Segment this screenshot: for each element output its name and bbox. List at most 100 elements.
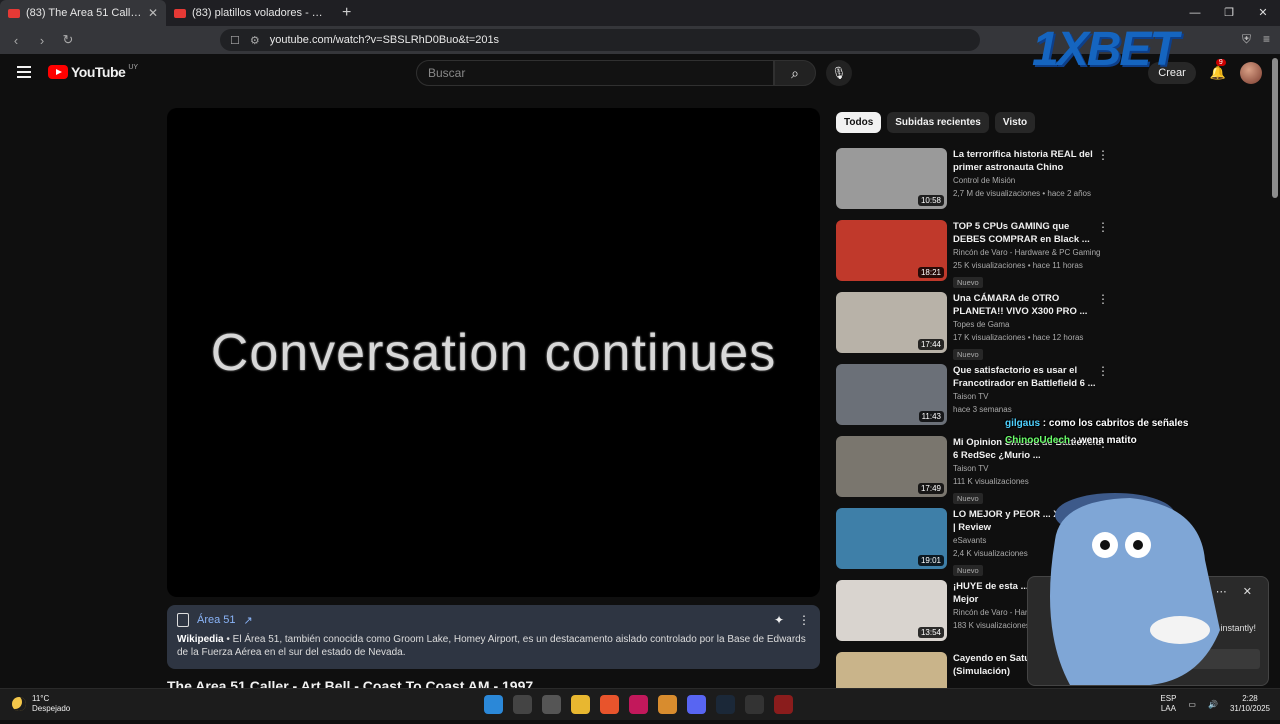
url-field[interactable]: ☐ ⚙ youtube.com/watch?v=SBSLRhD0Buo&t=20… — [220, 29, 980, 51]
video-player[interactable]: Conversation continues — [167, 108, 820, 597]
notifications-button[interactable]: 🔔 9 — [1210, 59, 1226, 81]
close-icon[interactable]: ✕ — [1243, 585, 1252, 598]
video-thumbnail[interactable]: 18:21 — [836, 220, 947, 281]
voice-search-button[interactable]: 🎙 — [826, 60, 852, 86]
youtube-logo[interactable]: YouTube UY — [48, 64, 138, 80]
video-thumbnail[interactable]: 17:44 — [836, 292, 947, 353]
channel-name[interactable]: Control de Misión — [953, 174, 1103, 187]
chat-user: ChinooUdech — [1005, 435, 1070, 446]
search-input[interactable]: Buscar — [416, 60, 774, 86]
video-duration: 17:49 — [917, 483, 944, 494]
video-thumbnail[interactable]: 13:54 — [836, 580, 947, 641]
language-indicator[interactable]: ESP LAA — [1160, 694, 1176, 714]
video-title[interactable]: Una CÁMARA de OTRO PLANETA!! VIVO X300 P… — [953, 292, 1103, 318]
search-icon[interactable] — [513, 695, 532, 714]
video-duration: 18:21 — [917, 267, 944, 278]
channel-name[interactable]: Rincón de Varo - Hardware & PC Gaming — [953, 246, 1103, 259]
video-duration: 11:43 — [918, 411, 944, 422]
chip-watched[interactable]: Visto — [994, 112, 1036, 133]
media-player-icon[interactable] — [629, 695, 648, 714]
new-badge: Nuevo — [953, 493, 983, 504]
search-icon: ⌕ — [791, 65, 799, 81]
weather-condition: Despejado — [32, 704, 71, 713]
channel-name[interactable]: Topes de Gama — [953, 318, 1103, 331]
lang-bottom: LAA — [1160, 704, 1176, 713]
minimize-icon[interactable]: — — [1178, 0, 1212, 26]
shield-icon[interactable]: ⛨ — [1242, 32, 1251, 47]
recommendation-item[interactable]: 17:44 Una CÁMARA de OTRO PLANETA!! VIVO X… — [836, 292, 1116, 364]
weather-widget[interactable]: 11°C Despejado — [12, 694, 70, 714]
more-options-icon[interactable]: ⋮ — [1097, 220, 1109, 234]
video-thumbnail[interactable]: 10:58 — [836, 148, 947, 209]
tab-title: (83) The Area 51 Caller - Art Bell — [26, 7, 142, 19]
feedback-icon[interactable]: ✦ — [774, 613, 784, 627]
video-thumbnail[interactable]: 17:49 — [836, 436, 947, 497]
url-text: youtube.com/watch?v=SBSLRhD0Buo&t=201s — [269, 34, 500, 46]
taskbar-apps — [484, 695, 793, 714]
bookmark-icon[interactable]: ☐ — [230, 34, 240, 47]
browser-tab[interactable]: (83) platillos voladores - YouTube — [166, 0, 332, 26]
close-window-icon[interactable]: ✕ — [1246, 0, 1280, 26]
channel-name[interactable]: Taison TV — [953, 390, 1103, 403]
new-badge: Nuevo — [953, 565, 983, 576]
chat-text: : wena matito — [1070, 435, 1137, 446]
file-explorer-icon[interactable] — [571, 695, 590, 714]
info-body: • El Área 51, también conocida como Groo… — [177, 634, 806, 658]
recommendation-item[interactable]: 10:58 La terrorífica historia REAL del pr… — [836, 148, 1116, 220]
site-info-icon[interactable]: ⚙ — [250, 34, 260, 47]
close-tab-icon[interactable]: ✕ — [148, 6, 158, 20]
taskbar: 11°C Despejado ESP LAA ▭ 🔊 2:28 31/10/20… — [0, 688, 1280, 720]
back-icon[interactable]: ‹ — [6, 33, 26, 48]
search-button[interactable]: ⌕ — [774, 60, 816, 86]
video-duration: 13:54 — [917, 627, 944, 638]
recommendation-item[interactable]: 18:21 TOP 5 CPUs GAMING que DEBES COMPRAR… — [836, 220, 1116, 292]
app-icon[interactable] — [774, 695, 793, 714]
forward-icon[interactable]: › — [32, 33, 52, 48]
more-options-icon[interactable]: ⋮ — [798, 613, 810, 627]
video-duration: 10:58 — [917, 195, 944, 206]
restore-icon[interactable]: ❐ — [1212, 0, 1246, 26]
scrollbar[interactable] — [1272, 58, 1278, 198]
video-meta: 17 K visualizaciones • hace 12 horas — [953, 333, 1084, 342]
chat-user: gilgaus — [1005, 418, 1041, 429]
windows-start-icon[interactable] — [484, 695, 503, 714]
chip-recent[interactable]: Subidas recientes — [887, 112, 989, 133]
network-icon[interactable]: ▭ — [1188, 700, 1196, 709]
moon-icon — [12, 697, 26, 711]
chat-message: ChinooUdech : wena matito — [1005, 435, 1188, 446]
app-icon[interactable] — [658, 695, 677, 714]
info-topic-link[interactable]: Área 51 — [197, 614, 236, 626]
time: 2:28 — [1242, 694, 1258, 703]
more-options-icon[interactable]: ⋮ — [1097, 148, 1109, 162]
lang-top: ESP — [1160, 694, 1177, 703]
task-view-icon[interactable] — [542, 695, 561, 714]
clock[interactable]: 2:28 31/10/2025 — [1230, 694, 1270, 714]
menu-icon[interactable] — [17, 66, 31, 78]
chat-text: : como los cabritos de señales — [1040, 418, 1189, 429]
app-icon[interactable] — [745, 695, 764, 714]
notification-badge: 9 — [1215, 59, 1226, 66]
more-options-icon[interactable]: ⋮ — [1097, 292, 1109, 306]
new-badge: Nuevo — [953, 277, 983, 288]
menu-icon[interactable]: ≡ — [1263, 32, 1270, 47]
video-title[interactable]: TOP 5 CPUs GAMING que DEBES COMPRAR en B… — [953, 220, 1103, 246]
weather-temp: 11°C — [32, 694, 50, 703]
video-title[interactable]: La terrorífica historia REAL del primer … — [953, 148, 1103, 174]
info-text: Wikipedia • El Área 51, también conocida… — [177, 633, 810, 659]
channel-name[interactable]: Taison TV — [953, 462, 1103, 475]
video-title[interactable]: Que satisfactorio es usar el Francotirad… — [953, 364, 1103, 390]
chip-all[interactable]: Todos — [836, 112, 882, 133]
volume-icon[interactable]: 🔊 — [1208, 700, 1218, 709]
browser-tab-active[interactable]: (83) The Area 51 Caller - Art Bell ✕ — [0, 0, 166, 26]
video-thumbnail[interactable]: 11:43 — [836, 364, 947, 425]
discord-icon[interactable] — [687, 695, 706, 714]
steam-icon[interactable] — [716, 695, 735, 714]
brave-browser-icon[interactable] — [600, 695, 619, 714]
date: 31/10/2025 — [1229, 704, 1270, 713]
reload-icon[interactable]: ↻ — [58, 32, 78, 48]
video-thumbnail[interactable]: 19:01 — [836, 508, 947, 569]
new-badge: Nuevo — [953, 349, 983, 360]
new-tab-button[interactable]: + — [332, 4, 361, 22]
avatar[interactable] — [1240, 62, 1262, 84]
more-options-icon[interactable]: ⋮ — [1097, 364, 1109, 378]
